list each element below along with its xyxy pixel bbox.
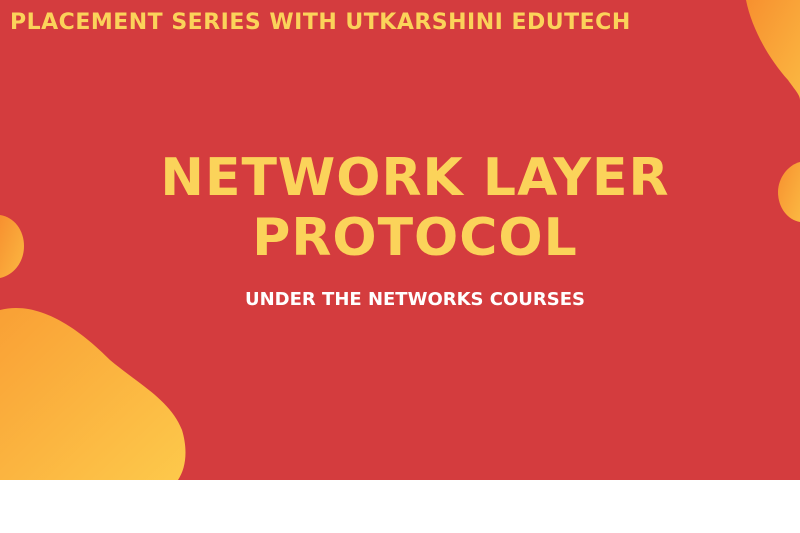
subtitle: UNDER THE NETWORKS COURSES xyxy=(245,289,585,310)
main-title: NETWORK LAYER PROTOCOL xyxy=(80,148,750,268)
page-footer-whitespace xyxy=(0,480,800,533)
banner: PLACEMENT SERIES WITH UTKARSHINI EDUTECH… xyxy=(0,0,800,480)
series-title: PLACEMENT SERIES WITH UTKARSHINI EDUTECH xyxy=(10,10,631,35)
main-title-line-1: NETWORK LAYER xyxy=(160,148,670,208)
main-title-line-2: PROTOCOL xyxy=(252,208,578,268)
